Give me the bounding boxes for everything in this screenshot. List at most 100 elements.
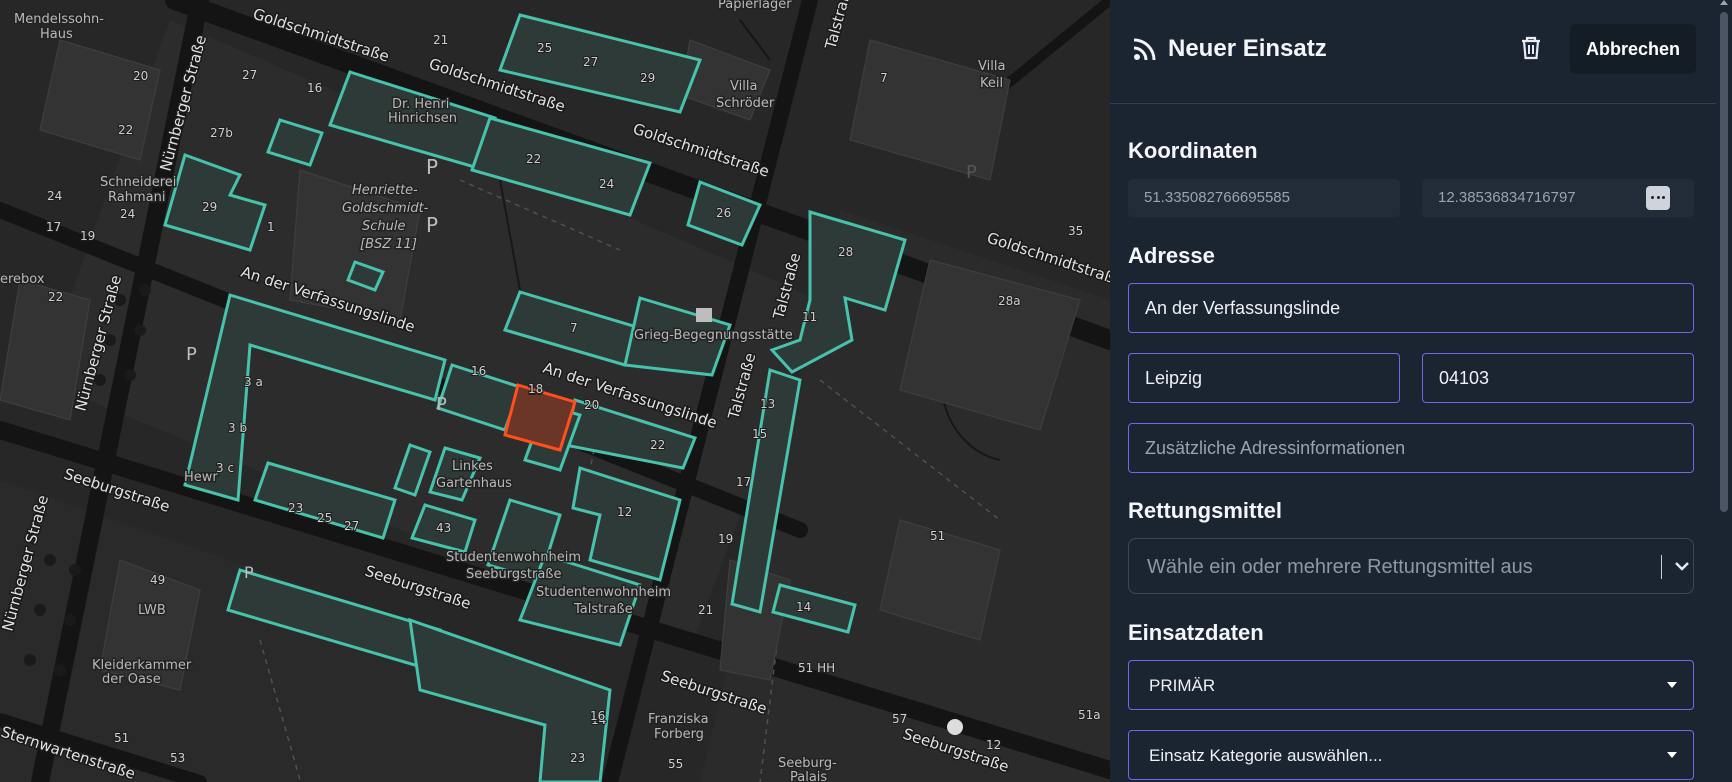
more-options-button[interactable] (1646, 186, 1670, 210)
poi-label: Schröder (716, 96, 775, 111)
poi-label: Dr. Henri (392, 97, 449, 112)
house-number: 12 (986, 738, 1001, 752)
house-number: 11 (802, 310, 817, 324)
poi-label: Linkes (452, 459, 493, 474)
house-number: 3 c (216, 461, 234, 475)
house-number: 17 (46, 220, 61, 234)
rss-feed-icon (1133, 38, 1156, 61)
poi-label: Studentenwohnheim (446, 550, 581, 565)
house-number: 23 (288, 501, 303, 515)
house-number: 24 (120, 207, 135, 221)
house-number: 16 (307, 81, 322, 95)
house-number: 25 (537, 41, 552, 55)
house-number: 25 (317, 511, 332, 525)
poi-label: der Oase (102, 672, 161, 687)
poi-label: Palais (790, 770, 827, 782)
poi-label: erebox (0, 272, 45, 287)
poi-label: Hewr (184, 470, 218, 485)
house-number: 22 (48, 290, 63, 304)
latitude-field[interactable]: 51.335082766695585 (1128, 179, 1400, 217)
incident-panel: Neuer Einsatz Abbrechen Koordinaten 51.3… (1110, 0, 1732, 782)
hospital-icon (947, 719, 963, 735)
address-heading: Adresse (1128, 243, 1215, 268)
poi-label: Franziska (648, 712, 709, 727)
house-number: 28 (838, 245, 853, 259)
cancel-button[interactable]: Abbrechen (1570, 24, 1696, 74)
rescue-resources-select[interactable]: Wähle ein oder mehrere Rettungsmittel au… (1128, 538, 1694, 594)
house-number: 13 (760, 397, 775, 411)
scroll-up-icon[interactable] (1720, 0, 1728, 5)
poi-label: Seeburgstraße (466, 567, 561, 582)
house-number: 51 HH (798, 661, 835, 675)
house-number: 22 (118, 123, 133, 137)
house-number: 16 (471, 364, 486, 378)
map-canvas[interactable]: Goldschmidtstraße Goldschmidtstraße Gold… (0, 0, 1110, 782)
house-number: 12 (617, 505, 632, 519)
house-number: 26 (716, 206, 731, 220)
poi-label: Schneiderei (100, 175, 176, 190)
house-number: 35 (1068, 224, 1083, 238)
house-number: 51 (930, 529, 945, 543)
house-number: 19 (718, 532, 733, 546)
house-number: 7 (880, 71, 888, 85)
house-number: 23 (570, 751, 585, 765)
poi-label: Mendelssohn- (14, 12, 104, 27)
house-number: 27 (242, 68, 257, 82)
poi-label: Papierlager (718, 0, 792, 12)
chevron-down-icon[interactable] (1675, 561, 1689, 571)
house-number: 21 (698, 603, 713, 617)
parking-icon: P (426, 155, 438, 179)
house-number: 20 (133, 69, 148, 83)
poi-label: Talstraße (573, 602, 633, 617)
house-number: 7 (570, 321, 578, 335)
street-input[interactable]: An der Verfassungslinde (1128, 283, 1694, 333)
house-number: 57 (892, 712, 907, 726)
coordinates-heading: Koordinaten (1128, 138, 1258, 163)
rescue-resources-placeholder: Wähle ein oder mehrere Rettungsmittel au… (1147, 556, 1533, 578)
house-number: 21 (433, 33, 448, 47)
house-number: 14 (796, 600, 811, 614)
zip-input[interactable]: 04103 (1422, 353, 1694, 403)
house-number: 29 (640, 71, 655, 85)
poi-label: Schule (362, 219, 406, 234)
poi-label: Villa (730, 79, 757, 94)
priority-select[interactable]: PRIMÄR (1128, 660, 1694, 710)
city-input[interactable]: Leipzig (1128, 353, 1400, 403)
house-number: 22 (526, 152, 541, 166)
house-number: 27b (210, 126, 233, 140)
house-number: 3 b (228, 421, 247, 435)
house-number: 24 (47, 189, 62, 203)
category-select[interactable]: Einsatz Kategorie auswählen... (1128, 730, 1694, 780)
house-number: 1 (267, 220, 275, 234)
map-view[interactable]: Goldschmidtstraße Goldschmidtstraße Gold… (0, 0, 1110, 782)
scrollbar-thumb[interactable] (1720, 12, 1728, 512)
address-extra-input[interactable]: Zusätzliche Adressinformationen (1128, 423, 1694, 473)
selected-building-number: 18 (528, 382, 543, 396)
poi-label: Kleiderkammer (92, 658, 192, 673)
house-number: 16 (590, 709, 605, 723)
priority-value: PRIMÄR (1149, 676, 1216, 695)
poi-label: Studentenwohnheim (536, 585, 671, 600)
caret-down-icon (1667, 752, 1677, 758)
house-number: 55 (668, 757, 683, 771)
poi-label: Henriette- (352, 183, 418, 198)
poi-label: [BSZ 11] (360, 237, 417, 252)
house-number: 27 (583, 55, 598, 69)
caret-down-icon (1667, 682, 1677, 688)
house-number: 28a (998, 294, 1021, 308)
house-number: 27 (344, 519, 359, 533)
poi-label: Keil (980, 76, 1003, 91)
poi-label: Grieg-Begegnungsstätte (634, 328, 793, 343)
poi-label: Forberg (654, 727, 704, 742)
rescue-resources-heading: Rettungsmittel (1128, 498, 1282, 523)
parking-icon: P (186, 344, 197, 365)
panel-header: Neuer Einsatz Abbrechen (1110, 0, 1716, 104)
house-number: 20 (584, 398, 599, 412)
parking-icon: P (436, 394, 447, 415)
trash-icon[interactable] (1518, 34, 1544, 62)
house-number: 24 (599, 177, 614, 191)
panel-scrollbar[interactable] (1716, 0, 1732, 782)
house-number: 3 a (244, 375, 263, 389)
house-number: 51a (1078, 708, 1101, 722)
house-number: 19 (80, 229, 95, 243)
